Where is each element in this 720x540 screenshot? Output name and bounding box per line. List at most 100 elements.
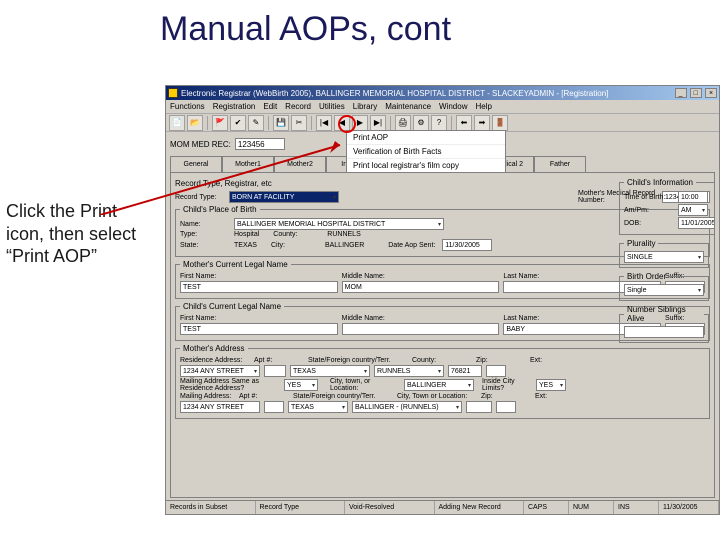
menu-registration[interactable]: Registration — [213, 102, 256, 111]
cut-icon[interactable]: ✂ — [291, 115, 307, 131]
app-icon — [168, 88, 178, 98]
status-records: Records in Subset — [166, 501, 256, 514]
addr-state-select[interactable]: TEXAS▾ — [290, 365, 370, 377]
apt-input[interactable] — [264, 365, 286, 377]
last-icon[interactable]: ▶| — [370, 115, 386, 131]
open-icon[interactable]: 📂 — [187, 115, 203, 131]
addr-ext-label: Ext: — [530, 357, 580, 364]
mail-city-select[interactable]: BALLINGER - (RUNNELS)▾ — [352, 401, 462, 413]
prev-icon[interactable]: ◀ — [334, 115, 350, 131]
place-of-birth-legend: Child's Place of Birth — [180, 205, 260, 214]
mail-state-label: State/Foreign country/Terr. — [293, 393, 393, 400]
menu-library[interactable]: Library — [353, 102, 377, 111]
birth-order-select[interactable]: Single▾ — [624, 284, 704, 296]
instruction-text: Click the Print icon, then select “Print… — [6, 200, 156, 268]
tab-mother1[interactable]: Mother1 — [222, 156, 274, 172]
cl-first-input[interactable] — [180, 323, 338, 335]
mail-zip-input[interactable] — [466, 401, 492, 413]
back-arrow-icon[interactable]: ⬅ — [456, 115, 472, 131]
slide-title: Manual AOPs, cont — [160, 10, 451, 49]
menu-help[interactable]: Help — [475, 102, 491, 111]
mail-apt-input[interactable] — [264, 401, 284, 413]
apt-label: Apt #: — [254, 357, 304, 364]
addr-state-label: State/Foreign country/Terr. — [308, 357, 408, 364]
mother-legal-legend: Mother's Current Legal Name — [180, 260, 291, 269]
pencil-icon[interactable]: ✎ — [248, 115, 264, 131]
exit-icon[interactable]: 🚪 — [492, 115, 508, 131]
pob-type-value: Hospital — [234, 231, 259, 238]
maximize-button[interactable]: □ — [690, 88, 702, 98]
separator — [268, 116, 269, 130]
ml-last-label: Last Name: — [503, 273, 539, 280]
mail-same-select[interactable]: YES▾ — [284, 379, 318, 391]
form-panel: Record Type, Registrar, etc Record Type:… — [170, 172, 715, 498]
check-icon[interactable]: ✔ — [230, 115, 246, 131]
plurality-legend: Plurality — [624, 239, 658, 248]
addr-city-select[interactable]: BALLINGER▾ — [404, 379, 474, 391]
record-type-select[interactable]: BORN AT FACILITY▾ — [229, 191, 339, 203]
tab-mother2[interactable]: Mother2 — [274, 156, 326, 172]
date-aop-input[interactable] — [442, 239, 492, 251]
menu-window[interactable]: Window — [439, 102, 467, 111]
menu-item-print-local[interactable]: Print local registrar's film copy — [347, 159, 505, 172]
addr-city-label: City, town, or Location: — [330, 378, 400, 392]
child-info-panel: Child's Information Time of Birth: Am/Pm… — [616, 175, 712, 495]
record-type-label: Record Type: — [175, 194, 225, 201]
separator — [311, 116, 312, 130]
mail-state-select[interactable]: TEXAS▾ — [288, 401, 348, 413]
time-label: Time of Birth: — [624, 194, 674, 201]
status-void: Void-Resolved — [345, 501, 435, 514]
mail-ext-input[interactable] — [496, 401, 516, 413]
menu-functions[interactable]: Functions — [170, 102, 205, 111]
ext-input[interactable] — [486, 365, 506, 377]
zip-input[interactable] — [448, 365, 482, 377]
dob-label: DOB: — [624, 220, 674, 227]
save-icon[interactable]: 💾 — [273, 115, 289, 131]
mom-med-rec-label: MOM MED REC: — [170, 140, 231, 149]
menu-item-print-aop[interactable]: Print AOP — [347, 131, 505, 145]
status-caps: CAPS — [524, 501, 569, 514]
forward-arrow-icon[interactable]: ➡ — [474, 115, 490, 131]
addr-county-label: County: — [412, 357, 472, 364]
close-button[interactable]: × — [705, 88, 717, 98]
res-addr-select[interactable]: 1234 ANY STREET▾ — [180, 365, 260, 377]
ampm-select[interactable]: AM▾ — [678, 204, 708, 216]
siblings-input[interactable] — [624, 326, 704, 338]
ml-middle-label: Middle Name: — [342, 273, 385, 280]
addr-county-select[interactable]: RUNNELS▾ — [374, 365, 444, 377]
status-num: NUM — [569, 501, 614, 514]
menu-utilities[interactable]: Utilities — [319, 102, 345, 111]
menu-item-verification[interactable]: Verification of Birth Facts — [347, 145, 505, 159]
mail-zip-label: Zip: — [481, 393, 531, 400]
menu-maintenance[interactable]: Maintenance — [385, 102, 431, 111]
tab-general[interactable]: General — [170, 156, 222, 172]
dob-input[interactable] — [678, 217, 715, 229]
help-icon[interactable]: ? — [431, 115, 447, 131]
pob-type-label: Type: — [180, 231, 230, 238]
pob-state-label: State: — [180, 242, 230, 249]
tab-father[interactable]: Father — [534, 156, 586, 172]
res-addr-label: Residence Address: — [180, 357, 250, 364]
plurality-select[interactable]: SINGLE▾ — [624, 251, 704, 263]
ml-first-input[interactable] — [180, 281, 338, 293]
ml-middle-input[interactable] — [342, 281, 500, 293]
app-window: Electronic Registrar (WebBirth 2005), BA… — [165, 85, 720, 515]
menu-edit[interactable]: Edit — [263, 102, 277, 111]
separator — [451, 116, 452, 130]
next-icon[interactable]: ▶ — [352, 115, 368, 131]
inside-city-select[interactable]: YES▾ — [536, 379, 566, 391]
cl-middle-input[interactable] — [342, 323, 500, 335]
mail-apt-label: Apt #: — [239, 393, 289, 400]
minimize-button[interactable]: _ — [675, 88, 687, 98]
pob-name-select[interactable]: BALLINGER MEMORIAL HOSPITAL DISTRICT▾ — [234, 218, 444, 230]
document-icon[interactable]: 📄 — [169, 115, 185, 131]
gear-icon[interactable]: ⚙ — [413, 115, 429, 131]
separator — [207, 116, 208, 130]
menu-record[interactable]: Record — [285, 102, 311, 111]
time-input[interactable] — [678, 191, 708, 203]
first-icon[interactable]: |◀ — [316, 115, 332, 131]
print-icon[interactable]: 🖨 — [395, 115, 411, 131]
mom-med-rec-input[interactable] — [235, 138, 285, 150]
mail-addr-input[interactable] — [180, 401, 260, 413]
flag-icon[interactable]: 🚩 — [212, 115, 228, 131]
